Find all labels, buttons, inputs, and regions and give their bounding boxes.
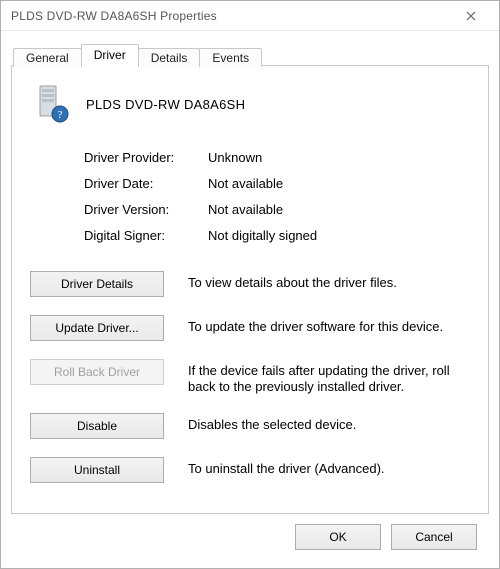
tab-label: General: [26, 51, 69, 65]
tab-events[interactable]: Events: [199, 48, 262, 67]
tab-driver[interactable]: Driver: [81, 44, 139, 66]
info-value: Not digitally signed: [208, 228, 470, 243]
driver-info: Driver Provider: Unknown Driver Date: No…: [84, 150, 470, 243]
window-title: PLDS DVD-RW DA8A6SH Properties: [11, 9, 451, 23]
tabstrip: General Driver Details Events: [11, 41, 489, 65]
device-header: ? PLDS DVD-RW DA8A6SH: [30, 84, 470, 124]
tab-control: General Driver Details Events: [11, 41, 489, 514]
ok-button[interactable]: OK: [295, 524, 381, 550]
close-button[interactable]: [451, 2, 491, 30]
action-description: To update the driver software for this d…: [188, 315, 443, 335]
info-row-version: Driver Version: Not available: [84, 202, 470, 217]
action-row-rollback: Roll Back Driver If the device fails aft…: [30, 359, 470, 395]
content-area: General Driver Details Events: [1, 31, 499, 568]
uninstall-button[interactable]: Uninstall: [30, 457, 164, 483]
info-value: Unknown: [208, 150, 470, 165]
action-row-details: Driver Details To view details about the…: [30, 271, 470, 297]
action-row-update: Update Driver... To update the driver so…: [30, 315, 470, 341]
update-driver-button[interactable]: Update Driver...: [30, 315, 164, 341]
driver-actions: Driver Details To view details about the…: [30, 271, 470, 483]
titlebar: PLDS DVD-RW DA8A6SH Properties: [1, 1, 499, 31]
device-name: PLDS DVD-RW DA8A6SH: [86, 97, 245, 112]
info-label: Driver Provider:: [84, 150, 208, 165]
tab-label: Driver: [94, 48, 126, 62]
info-row-signer: Digital Signer: Not digitally signed: [84, 228, 470, 243]
action-description: To view details about the driver files.: [188, 271, 397, 291]
tab-panel-driver: ? PLDS DVD-RW DA8A6SH Driver Provider: U…: [11, 65, 489, 514]
info-label: Digital Signer:: [84, 228, 208, 243]
info-row-date: Driver Date: Not available: [84, 176, 470, 191]
tab-details[interactable]: Details: [138, 48, 201, 67]
info-value: Not available: [208, 202, 470, 217]
disable-button[interactable]: Disable: [30, 413, 164, 439]
action-row-uninstall: Uninstall To uninstall the driver (Advan…: [30, 457, 470, 483]
driver-details-button[interactable]: Driver Details: [30, 271, 164, 297]
info-label: Driver Date:: [84, 176, 208, 191]
action-row-disable: Disable Disables the selected device.: [30, 413, 470, 439]
action-description: To uninstall the driver (Advanced).: [188, 457, 385, 477]
svg-text:?: ?: [58, 109, 63, 121]
info-value: Not available: [208, 176, 470, 191]
tab-general[interactable]: General: [13, 48, 82, 67]
roll-back-driver-button: Roll Back Driver: [30, 359, 164, 385]
cancel-button[interactable]: Cancel: [391, 524, 477, 550]
close-icon: [466, 11, 476, 21]
tab-label: Details: [151, 51, 188, 65]
info-row-provider: Driver Provider: Unknown: [84, 150, 470, 165]
optical-drive-icon: ?: [34, 84, 70, 124]
properties-window: PLDS DVD-RW DA8A6SH Properties General D…: [0, 0, 500, 569]
dialog-footer: OK Cancel: [11, 514, 489, 562]
info-label: Driver Version:: [84, 202, 208, 217]
action-description: If the device fails after updating the d…: [188, 359, 470, 395]
tab-label: Events: [212, 51, 249, 65]
action-description: Disables the selected device.: [188, 413, 356, 433]
